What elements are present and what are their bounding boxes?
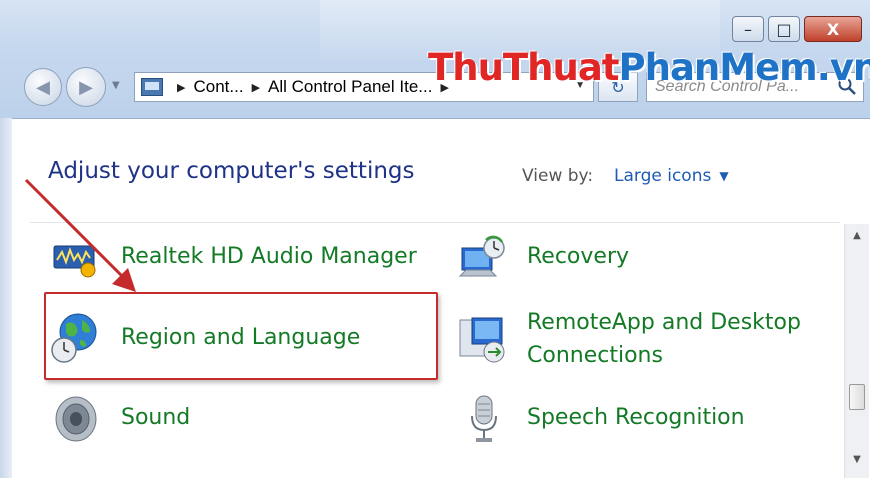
vertical-scrollbar[interactable]: ▲ ▼ bbox=[844, 224, 869, 478]
scroll-down-icon[interactable]: ▼ bbox=[845, 454, 869, 465]
scroll-thumb[interactable] bbox=[849, 384, 865, 410]
annotation-arrow-icon bbox=[24, 178, 136, 292]
scroll-up-icon[interactable]: ▲ bbox=[845, 230, 869, 241]
